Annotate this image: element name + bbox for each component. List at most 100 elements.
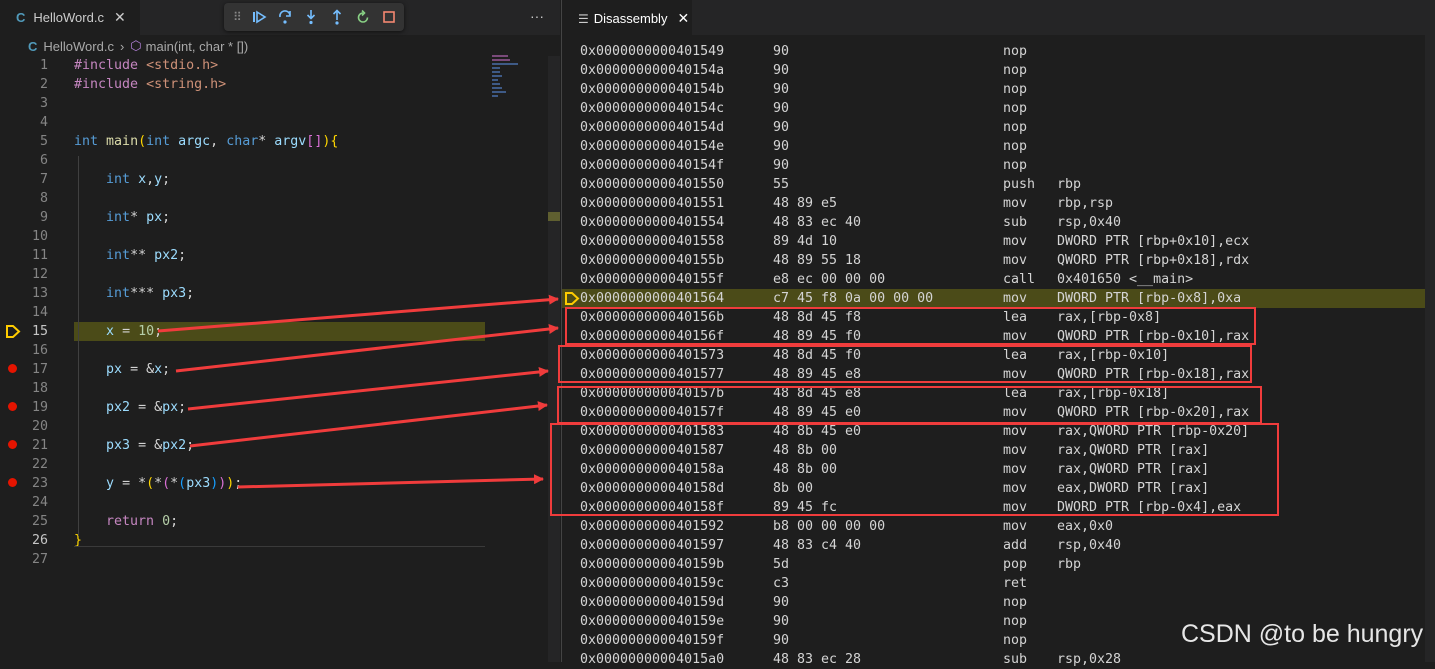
line-number[interactable]: 16 — [18, 341, 48, 360]
disassembly-row[interactable]: 0x0000000000401592 b8 00 00 00 00 mov eax,0… — [562, 517, 1435, 536]
restart-icon[interactable] — [350, 3, 376, 31]
line-number[interactable]: 21 — [18, 436, 48, 455]
line-number[interactable]: 12 — [18, 265, 48, 284]
line-number[interactable]: 19 — [18, 398, 48, 417]
line-number[interactable]: 25 — [18, 512, 48, 531]
line-number[interactable]: 11 — [18, 246, 48, 265]
line-number[interactable]: 8 — [18, 189, 48, 208]
breadcrumb-symbol[interactable]: main(int, char * []) — [146, 39, 249, 54]
code-line[interactable]: 24 — [0, 493, 490, 512]
line-number[interactable]: 13 — [18, 284, 48, 303]
code-line[interactable]: 8 — [0, 189, 490, 208]
continue-icon[interactable] — [246, 3, 272, 31]
line-number[interactable]: 20 — [18, 417, 48, 436]
disassembly-row[interactable]: 0x000000000040154d 90 nop — [562, 118, 1435, 137]
breakpoint-icon[interactable] — [8, 364, 17, 373]
disassembly-row[interactable]: 0x000000000040156f 48 89 45 f0 mov QWORD PT… — [562, 327, 1435, 346]
code-line[interactable]: 22 — [0, 455, 490, 474]
breakpoint-icon[interactable] — [8, 440, 17, 449]
disassembly-row[interactable]: 0x000000000040157b 48 8d 45 e8 lea rax,[rbp… — [562, 384, 1435, 403]
code-line[interactable]: 1 #include <stdio.h> — [0, 56, 490, 75]
close-icon[interactable]: ✕ — [114, 9, 126, 26]
breakpoint-icon[interactable] — [8, 402, 17, 411]
line-number[interactable]: 6 — [18, 151, 48, 170]
disassembly-row[interactable]: 0x0000000000401554 48 83 ec 40 sub rsp,0x40 — [562, 213, 1435, 232]
code-line[interactable]: 11 int** px2; — [0, 246, 490, 265]
line-number[interactable]: 4 — [18, 113, 48, 132]
step-into-icon[interactable] — [298, 3, 324, 31]
line-number[interactable]: 5 — [18, 132, 48, 151]
disassembly-row[interactable]: 0x000000000040155b 48 89 55 18 mov QWORD PT… — [562, 251, 1435, 270]
line-number[interactable]: 14 — [18, 303, 48, 322]
code-line[interactable]: 13 int*** px3; — [0, 284, 490, 303]
disassembly-row[interactable]: 0x0000000000401558 89 4d 10 mov DWORD PTR [… — [562, 232, 1435, 251]
code-line[interactable]: 27 — [0, 550, 490, 569]
line-number[interactable]: 9 — [18, 208, 48, 227]
disassembly-row[interactable]: 0x000000000040158a 48 8b 00 mov rax,QWORD P… — [562, 460, 1435, 479]
code-line[interactable]: 26} — [0, 531, 490, 550]
close-icon[interactable]: ✕ — [677, 10, 689, 27]
disassembly-row[interactable]: 0x0000000000401577 48 89 45 e8 mov QWORD PT… — [562, 365, 1435, 384]
code-line[interactable]: 19 px2 = &px; — [0, 398, 490, 417]
more-actions-icon[interactable]: ··· — [530, 8, 544, 24]
code-line[interactable]: 18 — [0, 379, 490, 398]
code-line[interactable]: 20 — [0, 417, 490, 436]
line-number[interactable]: 24 — [18, 493, 48, 512]
step-out-icon[interactable] — [324, 3, 350, 31]
tab-helloword-c[interactable]: C HelloWord.c ✕ — [0, 0, 140, 35]
disassembly-row[interactable]: 0x0000000000401564 c7 45 f8 0a 00 00 00 mo… — [562, 289, 1435, 308]
code-line[interactable]: 4 — [0, 113, 490, 132]
code-line[interactable]: 23 y = *(*(*(px3))); — [0, 474, 490, 493]
disassembly-row[interactable]: 0x000000000040157f 48 89 45 e0 mov QWORD PT… — [562, 403, 1435, 422]
line-number[interactable]: 15 — [18, 322, 48, 341]
disassembly-row[interactable]: 0x000000000040154e 90 nop — [562, 137, 1435, 156]
disassembly-row[interactable]: 0x0000000000401573 48 8d 45 f0 lea rax,[rbp… — [562, 346, 1435, 365]
line-number[interactable]: 1 — [18, 56, 48, 75]
code-line[interactable]: 15 x = 10; — [0, 322, 490, 341]
line-number[interactable]: 17 — [18, 360, 48, 379]
disassembly-row[interactable]: 0x000000000040159d 90 nop — [562, 593, 1435, 612]
line-number[interactable]: 7 — [18, 170, 48, 189]
line-number[interactable]: 26 — [18, 531, 48, 550]
code-line[interactable]: 17 px = &x; — [0, 360, 490, 379]
disassembly-row[interactable]: 0x000000000040159b 5d pop rbp — [562, 555, 1435, 574]
line-number[interactable]: 18 — [18, 379, 48, 398]
disassembly-scrollbar[interactable] — [1425, 35, 1435, 662]
code-line[interactable]: 6 — [0, 151, 490, 170]
disassembly-row[interactable]: 0x000000000040158f 89 45 fc mov DWORD PTR [… — [562, 498, 1435, 517]
minimap[interactable] — [492, 55, 548, 115]
code-line[interactable]: 3 — [0, 94, 490, 113]
code-line[interactable]: 12 — [0, 265, 490, 284]
disassembly-row[interactable]: 0x000000000040158d 8b 00 mov eax,DWORD PTR … — [562, 479, 1435, 498]
disassembly-row[interactable]: 0x000000000040154a 90 nop — [562, 61, 1435, 80]
stop-icon[interactable] — [376, 3, 402, 31]
disassembly-row[interactable]: 0x0000000000401551 48 89 e5 mov rbp,rsp — [562, 194, 1435, 213]
code-line[interactable]: 9 int* px; — [0, 208, 490, 227]
breadcrumb-file[interactable]: HelloWord.c — [43, 39, 114, 54]
step-over-icon[interactable] — [272, 3, 298, 31]
tab-disassembly[interactable]: ☰ Disassembly ✕ — [562, 0, 692, 36]
drag-handle-icon[interactable]: ⠿ — [233, 10, 242, 24]
disassembly-row[interactable]: 0x0000000000401587 48 8b 00 mov rax,QWORD P… — [562, 441, 1435, 460]
disassembly-row[interactable]: 0x000000000040154f 90 nop — [562, 156, 1435, 175]
code-line[interactable]: 5 int main(int argc, char* argv[]){ — [0, 132, 490, 151]
line-number[interactable]: 3 — [18, 94, 48, 113]
disassembly-row[interactable]: 0x0000000000401583 48 8b 45 e0 mov rax,QWOR… — [562, 422, 1435, 441]
code-line[interactable]: 10 — [0, 227, 490, 246]
line-number[interactable]: 27 — [18, 550, 48, 569]
disassembly-row[interactable]: 0x000000000040154b 90 nop — [562, 80, 1435, 99]
line-number[interactable]: 22 — [18, 455, 48, 474]
editor-scrollbar[interactable] — [548, 56, 560, 662]
disassembly-row[interactable]: 0x000000000040156b 48 8d 45 f8 lea rax,[rbp… — [562, 308, 1435, 327]
disassembly-row[interactable]: 0x0000000000401549 90 nop — [562, 42, 1435, 61]
disassembly-row[interactable]: 0x000000000040155f e8 ec 00 00 00 call 0x40… — [562, 270, 1435, 289]
code-line[interactable]: 7 int x,y; — [0, 170, 490, 189]
code-line[interactable]: 25 return 0; — [0, 512, 490, 531]
code-line[interactable]: 2 #include <string.h> — [0, 75, 490, 94]
disassembly-row[interactable]: 0x0000000000401597 48 83 c4 40 add rsp,0x40 — [562, 536, 1435, 555]
code-line[interactable]: 14 — [0, 303, 490, 322]
disassembly-row[interactable]: 0x000000000040159c c3 ret — [562, 574, 1435, 593]
code-line[interactable]: 16 — [0, 341, 490, 360]
line-number[interactable]: 23 — [18, 474, 48, 493]
code-line[interactable]: 21 px3 = &px2; — [0, 436, 490, 455]
